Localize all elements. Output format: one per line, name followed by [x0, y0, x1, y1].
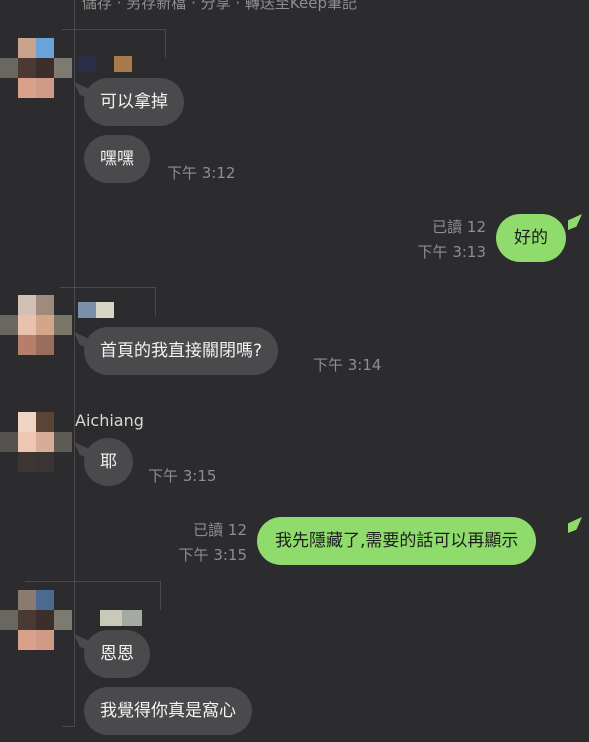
bubble-tail: [568, 214, 582, 230]
read-receipt: 已讀 12: [432, 218, 486, 236]
read-receipt: 已讀 12: [193, 521, 247, 539]
avatar[interactable]: [0, 412, 72, 472]
censored-name-pixels: [78, 56, 132, 72]
censored-name-pixels: [100, 610, 144, 626]
message-bubble[interactable]: 恩恩: [84, 630, 150, 678]
previous-message-fragment: 儲存 · 另存新檔 · 分享 · 轉送至Keep筆記: [82, 0, 357, 12]
message-bubble[interactable]: 嘿嘿: [84, 135, 150, 183]
message-bubble[interactable]: 耶: [84, 438, 133, 486]
thread-divider-bottom: [62, 726, 75, 727]
message-bubble[interactable]: 好的: [496, 214, 566, 262]
thread-divider-line: [74, 0, 75, 727]
message-time: 下午 3:13: [417, 243, 486, 261]
bubble-tail: [568, 517, 582, 533]
censored-name-pixels: [78, 302, 132, 318]
sender-name-censored: [25, 581, 161, 610]
sender-name: Aichiang: [75, 411, 144, 430]
message-time: 下午 3:14: [313, 356, 382, 374]
message-time: 下午 3:15: [178, 546, 247, 564]
message-bubble[interactable]: 首頁的我直接關閉嗎?: [84, 327, 279, 375]
message-bubble[interactable]: 我先隱藏了,需要的話可以再顯示: [257, 517, 537, 565]
message-bubble[interactable]: 我覺得你真是窩心: [84, 687, 252, 735]
message-bubble[interactable]: 可以拿掉: [84, 78, 184, 126]
message-time: 下午 3:12: [167, 164, 236, 182]
sender-name-censored: [62, 29, 166, 58]
message-time: 下午 3:15: [148, 467, 217, 485]
